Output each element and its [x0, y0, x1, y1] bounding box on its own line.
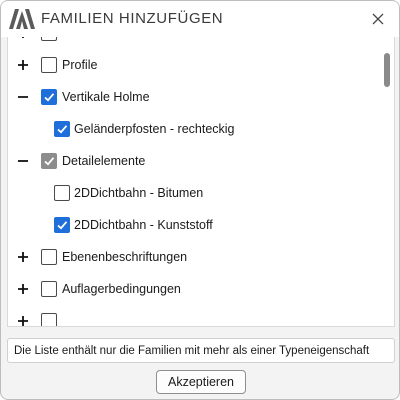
tree-item[interactable]: Auflagerbedingungen: [8, 273, 382, 305]
tree-item-label: Geländerpfosten - rechteckig: [74, 122, 235, 136]
tree-list: Fassadenelemente Profile Vertikale Holme Ge…: [8, 37, 382, 326]
tree-item[interactable]: 2DDichtbahn - Kunststoff: [8, 209, 382, 241]
tree-item-checkbox[interactable]: [41, 153, 57, 169]
checkmark-icon: [57, 221, 68, 230]
tree-item[interactable]: Fassadenelemente: [8, 37, 382, 49]
collapse-icon[interactable]: [16, 90, 30, 104]
tree-item[interactable]: Profile: [8, 49, 382, 81]
tree-item[interactable]: Ebenenbeschriftungen: [8, 241, 382, 273]
tree-item-checkbox[interactable]: [54, 185, 70, 201]
tree-item-checkbox[interactable]: [41, 281, 57, 297]
tree-item-label: Profile: [62, 58, 98, 72]
tree-item-checkbox[interactable]: [54, 121, 70, 137]
close-button[interactable]: [367, 8, 389, 30]
tree-item-label: Ebenenbeschriftungen: [62, 250, 188, 264]
family-tree[interactable]: Fassadenelemente Profile Vertikale Holme Ge…: [7, 37, 395, 327]
dialog-window: FAMILIEN HINZUFÜGEN Fassadenelemente Prof…: [0, 0, 400, 400]
tree-item[interactable]: Geländerpfosten - rechteckig: [8, 113, 382, 145]
tree-item-checkbox[interactable]: [54, 217, 70, 233]
dialog-title: FAMILIEN HINZUFÜGEN: [41, 10, 224, 27]
expand-icon[interactable]: [16, 250, 30, 264]
checkmark-icon: [44, 93, 55, 102]
accept-button[interactable]: Akzeptieren: [156, 370, 246, 394]
expand-icon[interactable]: [16, 314, 30, 326]
tree-item-label: Auflagerbedingungen: [62, 282, 181, 296]
expand-icon[interactable]: [16, 58, 30, 72]
tree-item[interactable]: Vertikale Holme: [8, 81, 382, 113]
expand-icon[interactable]: [16, 37, 30, 40]
info-message: Die Liste enthält nur die Familien mit m…: [7, 338, 395, 363]
tree-item-checkbox[interactable]: [41, 249, 57, 265]
title-bar: FAMILIEN HINZUFÜGEN: [1, 1, 399, 37]
tree-item-label: Detailelemente: [62, 154, 146, 168]
tree-item-checkbox[interactable]: [41, 89, 57, 105]
tree-item-label: 2DDichtbahn - Kunststoff: [74, 218, 213, 232]
tree-item-label: Fassadenelemente: [62, 37, 168, 40]
tree-item[interactable]: 2DDichtbahn - Bitumen: [8, 177, 382, 209]
close-icon: [372, 13, 384, 25]
tree-item-checkbox[interactable]: [41, 57, 57, 73]
checkmark-icon: [57, 125, 68, 134]
tree-item-checkbox[interactable]: [41, 313, 57, 326]
app-logo-icon: [9, 9, 35, 29]
vertical-scrollbar[interactable]: [384, 43, 390, 323]
checkmark-icon: [44, 157, 55, 166]
tree-item-label: Vertikale Holme: [62, 90, 150, 104]
tree-item[interactable]: Detailelemente: [8, 145, 382, 177]
tree-item[interactable]: [8, 305, 382, 326]
expand-icon[interactable]: [16, 282, 30, 296]
tree-item-label: 2DDichtbahn - Bitumen: [74, 186, 204, 200]
tree-item-checkbox[interactable]: [41, 37, 57, 41]
collapse-icon[interactable]: [16, 154, 30, 168]
scroll-thumb[interactable]: [384, 53, 390, 87]
